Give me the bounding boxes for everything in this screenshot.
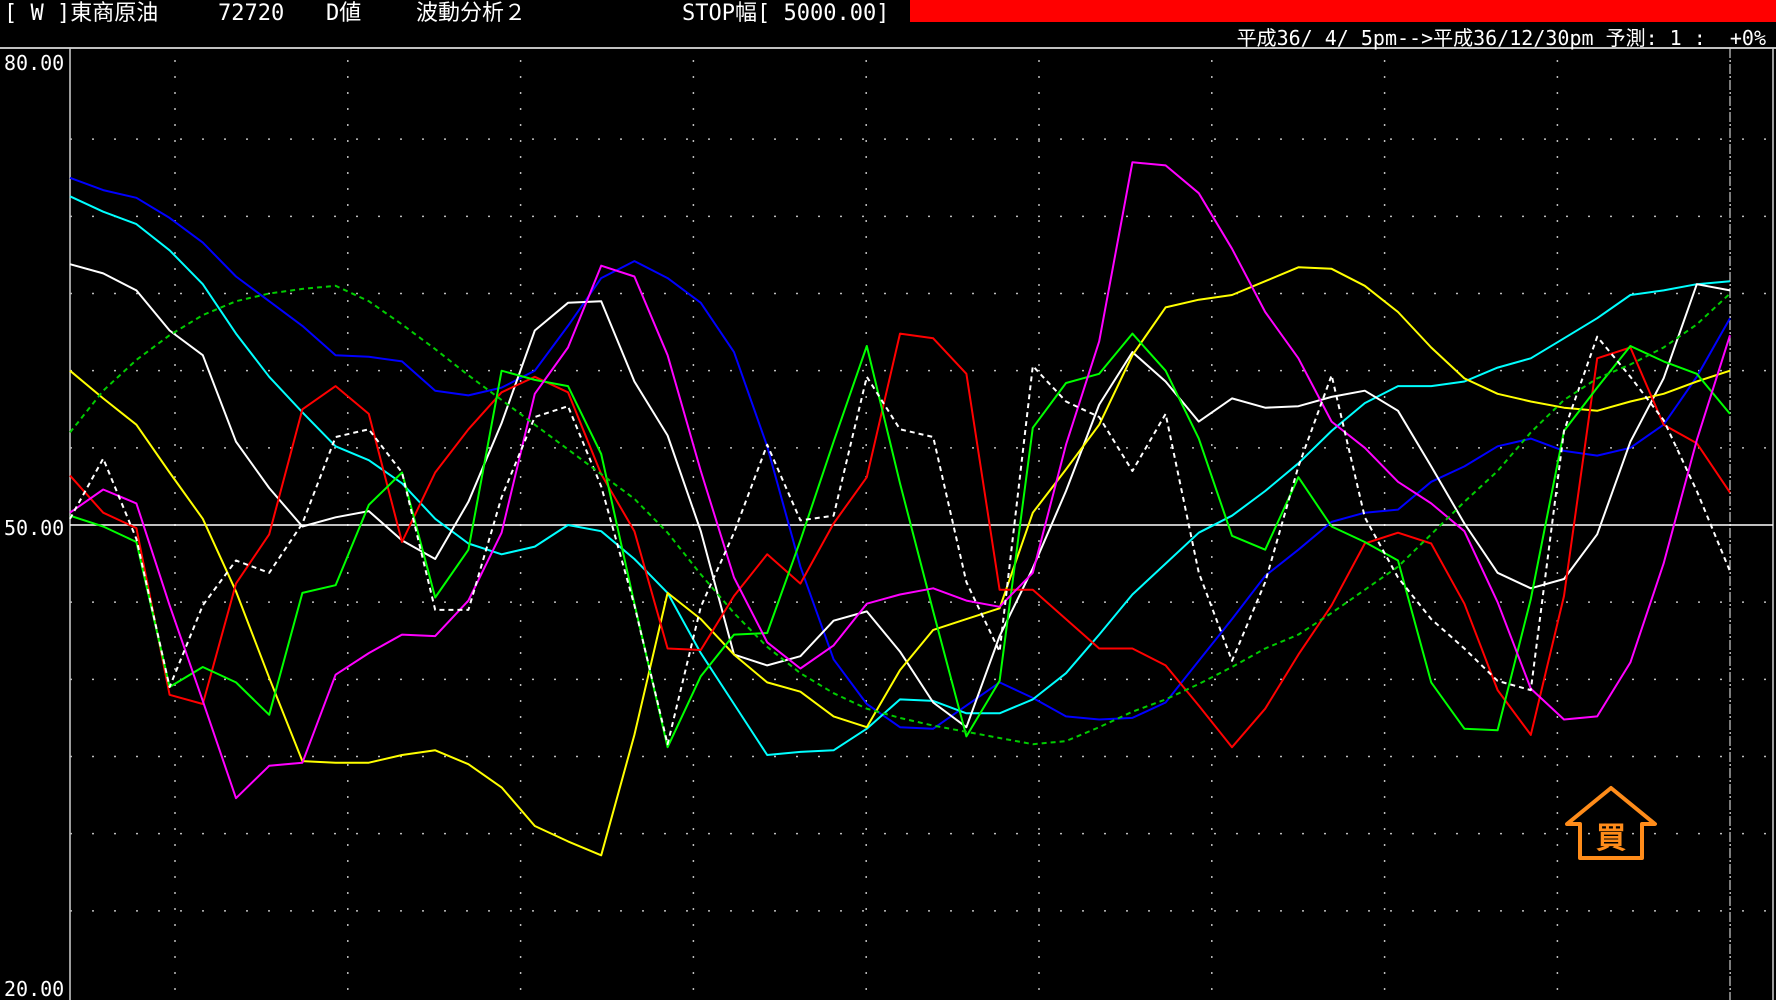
stop-width-label: STOP幅[ 5000.00] [682,1,890,26]
value-mode: D値 [326,1,362,26]
y-tick-label: 80.00 [4,51,64,75]
y-tick-label: 50.00 [4,516,64,540]
symbol-code: 72720 [218,1,285,26]
period-forecast-info: 平成36/ 4/ 5pm-->平成36/12/30pm 予測: 1 : +0% [1236,26,1766,50]
buy-signal-label: 買 [1596,821,1626,856]
stop-indicator-bar [910,0,1776,22]
analysis-name: 波動分析２ [416,1,527,26]
symbol-label: [ W ]東商原油 [4,1,159,26]
chart-canvas: 80.00 50.00 20.00 買 [0,0,1776,1000]
y-tick-label: 20.00 [4,977,64,1000]
